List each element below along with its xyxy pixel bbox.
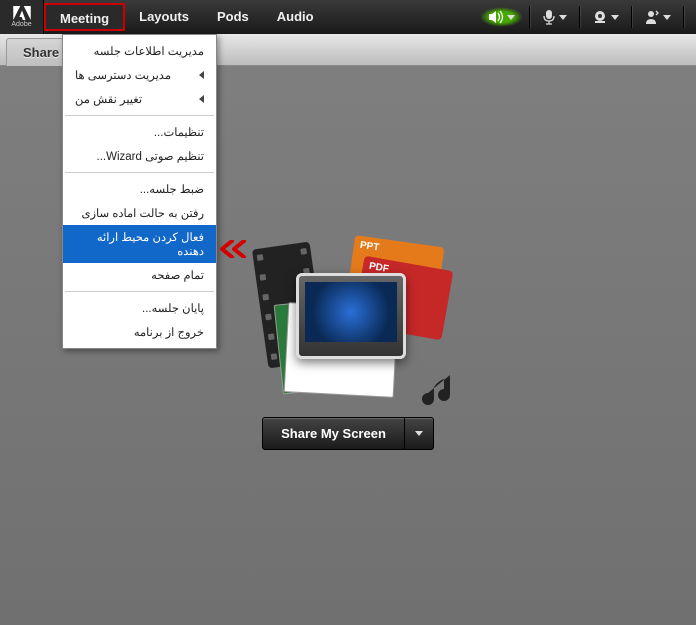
dd-item-preferences[interactable]: تنظیمات... (63, 120, 216, 144)
menu-item-meeting[interactable]: Meeting (44, 3, 125, 31)
share-my-screen-button[interactable]: Share My Screen (262, 417, 405, 450)
share-my-screen-dropdown[interactable] (405, 417, 434, 450)
dd-item-audio-wizard[interactable]: تنظیم صوتی Wizard... (63, 144, 216, 168)
status-button[interactable] (638, 6, 677, 28)
annotation-arrows (220, 240, 248, 258)
webcam-icon (592, 10, 608, 24)
dd-item-manage-meeting-info[interactable]: مدیریت اطلاعات جلسه (63, 39, 216, 63)
menu-item-pods[interactable]: Pods (203, 3, 263, 31)
dd-item-manage-access[interactable]: مدیریت دسترسی ها (63, 63, 216, 87)
music-note-icon (422, 371, 458, 407)
microphone-icon (542, 9, 556, 25)
menubar: Adobe Meeting Layouts Pods Audio (0, 0, 696, 34)
dropdown-separator (65, 172, 214, 173)
adobe-icon (13, 6, 31, 20)
chevron-down-icon (611, 15, 619, 20)
menu-item-audio[interactable]: Audio (263, 3, 328, 31)
dd-item-end-meeting[interactable]: پایان جلسه... (63, 296, 216, 320)
adobe-logo[interactable]: Adobe (0, 0, 44, 34)
speaker-button[interactable] (480, 7, 523, 27)
chevron-down-icon (559, 15, 567, 20)
webcam-button[interactable] (586, 7, 625, 27)
dd-item-record-meeting[interactable]: ضبط جلسه... (63, 177, 216, 201)
dropdown-separator (65, 115, 214, 116)
menu-items: Meeting Layouts Pods Audio (44, 0, 328, 34)
menubar-right (480, 6, 696, 28)
chevron-down-icon (415, 431, 423, 436)
microphone-button[interactable] (536, 6, 573, 28)
chevron-down-icon (663, 15, 671, 20)
chevron-down-icon (507, 15, 515, 20)
dd-item-enable-presenter[interactable]: فعال کردن محیط ارائه دهنده (63, 225, 216, 263)
menu-item-layouts[interactable]: Layouts (125, 3, 203, 31)
monitor-icon (296, 273, 406, 359)
dropdown-separator (65, 291, 214, 292)
dd-item-prepare-mode[interactable]: رفتن به حالت اماده سازی (63, 201, 216, 225)
dd-item-full-screen[interactable]: تمام صفحه (63, 263, 216, 287)
dd-item-exit[interactable]: خروج از برنامه (63, 320, 216, 344)
share-media-graphic: PPT PDF (248, 241, 448, 401)
dd-item-change-my-role[interactable]: تغییر نقش من (63, 87, 216, 111)
double-chevron-left-icon (220, 240, 248, 258)
speaker-icon (488, 10, 504, 24)
share-button-group: Share My Screen (262, 417, 434, 450)
person-status-icon (644, 9, 660, 25)
adobe-label: Adobe (11, 21, 31, 28)
meeting-dropdown: مدیریت اطلاعات جلسه مدیریت دسترسی ها تغی… (62, 34, 217, 349)
